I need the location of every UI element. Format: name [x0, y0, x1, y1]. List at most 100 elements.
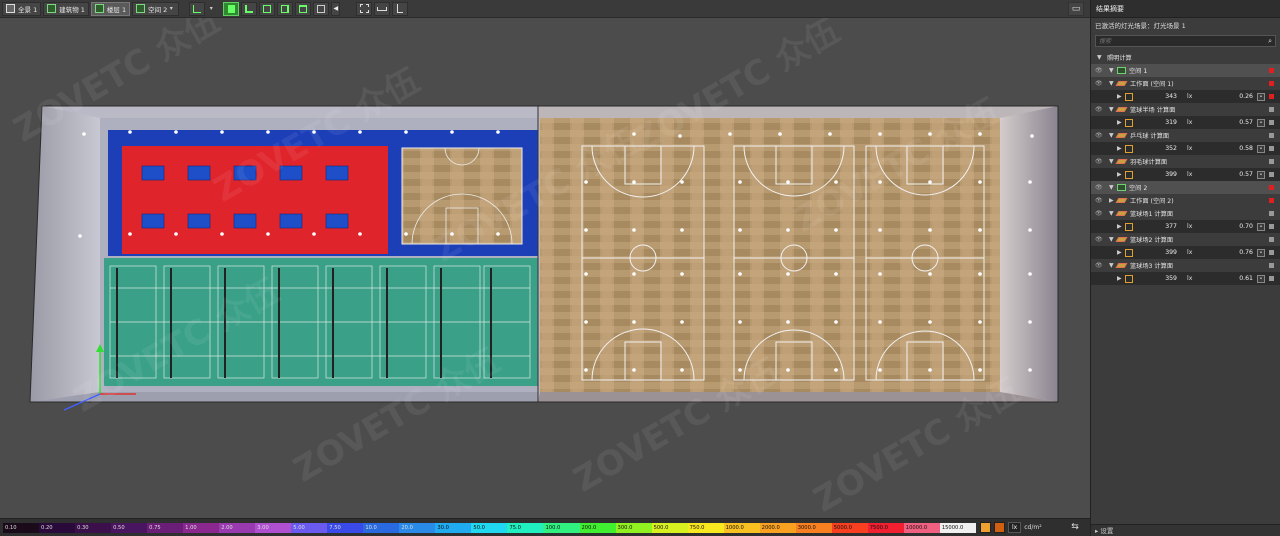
illuminance-value: 377 — [1165, 223, 1177, 230]
floor-tab[interactable]: 楼层 1 — [90, 1, 131, 16]
status-flag — [1269, 250, 1274, 255]
settings-toggle[interactable]: ▸ 设置 — [1091, 524, 1280, 536]
legend-segment: 1000.0 — [723, 523, 760, 533]
expand-triangle-icon[interactable]: ▶ — [1117, 275, 1125, 282]
collapse-triangle-icon[interactable]: ▼ — [1097, 54, 1105, 61]
legend-segment: 1.00 — [183, 523, 220, 533]
result-row[interactable]: ▶ 399 lx 0.57 • — [1091, 168, 1280, 181]
calc-surface-row[interactable]: 👁 ▶ 工作面 (空间 2) — [1091, 194, 1280, 207]
details-button[interactable]: • — [1257, 170, 1265, 179]
zoom-fit-icon — [359, 4, 369, 13]
visibility-eye-icon[interactable]: 👁 — [1095, 67, 1103, 74]
calc-surface-name: 篮球场3 计算面 — [1130, 263, 1174, 270]
calc-grid-icon — [1125, 274, 1133, 283]
view-left-button[interactable] — [241, 1, 258, 16]
unit-luminance-button[interactable]: cd/m² — [1024, 524, 1041, 531]
search-field[interactable]: ⌕ — [1095, 35, 1276, 47]
scene-view-tab[interactable]: 全景 1 — [2, 1, 42, 16]
view-back-button[interactable] — [295, 1, 312, 16]
details-button[interactable]: • — [1257, 118, 1265, 127]
expand-triangle-icon[interactable]: ▶ — [1117, 93, 1125, 100]
floor-icon — [94, 4, 104, 13]
result-row[interactable]: ▶ 359 lx 0.61 • — [1091, 272, 1280, 285]
illuminance-unit: lx — [1187, 171, 1193, 178]
status-flag — [1269, 276, 1274, 281]
illuminance-value: 352 — [1165, 145, 1177, 152]
expand-triangle-icon[interactable]: ▶ — [1117, 249, 1125, 256]
calc-surface-row[interactable]: 👁 ▼ 篮球场1 计算面 — [1091, 207, 1280, 220]
expand-triangle-icon[interactable]: ▶ — [1117, 171, 1125, 178]
visibility-eye-icon[interactable]: 👁 — [1095, 184, 1103, 191]
view-right-button[interactable] — [277, 1, 294, 16]
legend-segment: 10.0 — [363, 523, 400, 533]
space-dropdown-icon[interactable]: ▾ — [167, 5, 175, 12]
swap-arrows-icon[interactable]: ⇆ — [1068, 522, 1082, 534]
visibility-eye-icon[interactable]: 👁 — [1095, 210, 1103, 217]
calc-plane-icon — [1115, 159, 1128, 164]
calc-plane-icon — [1115, 81, 1128, 86]
palette-swatch-dark-orange[interactable] — [994, 522, 1005, 533]
calc-grid-icon — [1125, 118, 1133, 127]
result-row[interactable]: ▶ 319 lx 0.57 • — [1091, 116, 1280, 129]
expand-triangle-icon[interactable]: ▶ — [1117, 223, 1125, 230]
calc-surface-row[interactable]: 👁 ▼ 羽毛球计算面 — [1091, 155, 1280, 168]
legend-segment: 200.0 — [579, 523, 616, 533]
illuminance-value: 359 — [1165, 275, 1177, 282]
unit-lux-button[interactable]: lx — [1008, 522, 1022, 533]
legend-segment: 7500.0 — [867, 523, 904, 533]
result-row[interactable]: ▶ 377 lx 0.70 • — [1091, 220, 1280, 233]
illuminance-value: 399 — [1165, 249, 1177, 256]
details-button[interactable]: • — [1257, 92, 1265, 101]
illuminance-unit: lx — [1187, 223, 1193, 230]
illuminance-unit: lx — [1187, 93, 1193, 100]
measure-icon — [377, 6, 388, 11]
details-button[interactable]: • — [1257, 222, 1265, 231]
result-row[interactable]: ▶ 399 lx 0.76 • — [1091, 246, 1280, 259]
visibility-eye-icon[interactable]: 👁 — [1095, 197, 1103, 204]
calc-surface-row[interactable]: 👁 ▼ 篮球半场 计算面 — [1091, 103, 1280, 116]
view-top-button[interactable] — [223, 1, 240, 16]
expand-triangle-icon[interactable]: ▶ — [1117, 119, 1125, 126]
view-arrow-button[interactable]: ◀ — [331, 1, 341, 16]
legend-segment: 30.0 — [435, 523, 472, 533]
space-row[interactable]: 👁 ▼ 空间 1 — [1091, 64, 1280, 77]
search-icon[interactable]: ⌕ — [1268, 37, 1272, 46]
active-light-scene-label: 已激活的灯光场景：灯光场景 1 — [1095, 22, 1186, 30]
measure-button[interactable] — [374, 1, 391, 16]
details-button[interactable]: • — [1257, 274, 1265, 283]
toolbar: 全景 1 建筑物 1 楼层 1 空间 2 ▾ ▾ ◀ — [0, 0, 1090, 18]
3d-viewport[interactable]: ZOVETC 众伍 ZOVETC 众伍 ZOVETC 众伍 ZOVETC 众伍 … — [0, 18, 1090, 518]
view-iso-button[interactable] — [313, 1, 330, 16]
visibility-eye-icon[interactable]: 👁 — [1095, 106, 1103, 113]
expand-triangle-icon[interactable]: ▶ — [1117, 145, 1125, 152]
zoom-fit-button[interactable] — [356, 1, 373, 16]
calc-surface-row[interactable]: 👁 ▼ 篮球场2 计算面 — [1091, 233, 1280, 246]
collapse-triangle-icon[interactable]: ▼ — [1109, 67, 1117, 74]
collapse-triangle-icon[interactable]: ▼ — [1109, 184, 1117, 191]
view-front-button[interactable] — [259, 1, 276, 16]
details-button[interactable]: • — [1257, 248, 1265, 257]
search-input[interactable] — [1099, 37, 1249, 45]
visibility-eye-icon[interactable]: 👁 — [1095, 132, 1103, 139]
calc-surface-row[interactable]: 👁 ▼ 乒乓球 计算面 — [1091, 129, 1280, 142]
calc-surface-row[interactable]: 👁 ▼ 工作面 (空间 1) — [1091, 77, 1280, 90]
visibility-eye-icon[interactable]: 👁 — [1095, 80, 1103, 87]
calc-surface-row[interactable]: 👁 ▼ 篮球场3 计算面 — [1091, 259, 1280, 272]
height-tool-button[interactable] — [392, 1, 409, 16]
space-row[interactable]: 👁 ▼ 空间 2 — [1091, 181, 1280, 194]
visibility-eye-icon[interactable]: 👁 — [1095, 158, 1103, 165]
palette-swatch-orange[interactable] — [980, 522, 991, 533]
visibility-eye-icon[interactable]: 👁 — [1095, 236, 1103, 243]
space-tab[interactable]: 空间 2 ▾ — [132, 1, 180, 16]
monitor-button[interactable]: ▭ — [1068, 2, 1084, 16]
details-button[interactable]: • — [1257, 144, 1265, 153]
result-row[interactable]: ▶ 352 lx 0.58 • — [1091, 142, 1280, 155]
building-tab[interactable]: 建筑物 1 — [43, 1, 89, 16]
ground-plane-dropdown-icon[interactable]: ▾ — [207, 5, 215, 12]
result-row[interactable]: ▶ 343 lx 0.26 • — [1091, 90, 1280, 103]
calc-surface-name: 乒乓球 计算面 — [1130, 133, 1170, 140]
visibility-eye-icon[interactable]: 👁 — [1095, 262, 1103, 269]
status-flag — [1269, 107, 1274, 112]
ground-plane-button[interactable] — [189, 1, 206, 16]
section-lighting-calc[interactable]: ▼ 照明计算 — [1091, 51, 1280, 64]
